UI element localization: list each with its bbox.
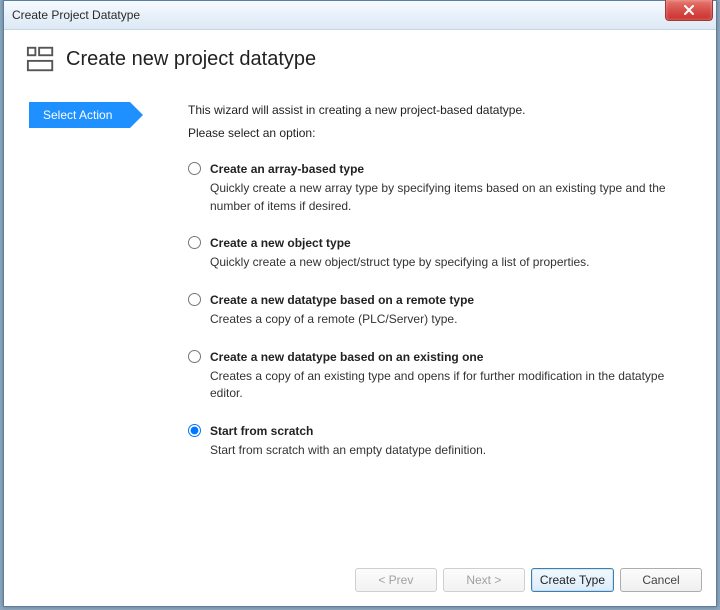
body: Select Action This wizard will assist in…: [4, 102, 716, 479]
create-button[interactable]: Create Type: [531, 568, 614, 592]
close-icon: [683, 4, 695, 16]
wizard-steps: Select Action: [4, 102, 184, 479]
titlebar: Create Project Datatype: [4, 1, 716, 30]
radio-object[interactable]: [188, 236, 201, 249]
prompt-text: Please select an option:: [188, 125, 686, 142]
radio-remote[interactable]: [188, 293, 201, 306]
button-bar: < Prev Next > Create Type Cancel: [355, 568, 702, 592]
option-desc: Start from scratch with an empty datatyp…: [210, 442, 486, 459]
radio-array[interactable]: [188, 162, 201, 175]
option-desc: Creates a copy of a remote (PLC/Server) …: [210, 311, 474, 328]
option-remote: Create a new datatype based on a remote …: [188, 292, 686, 329]
options-group: Create an array-based type Quickly creat…: [188, 161, 686, 460]
option-title: Start from scratch: [210, 423, 486, 440]
prev-button[interactable]: < Prev: [355, 568, 437, 592]
next-button[interactable]: Next >: [443, 568, 525, 592]
option-title: Create a new object type: [210, 235, 590, 252]
intro-text: This wizard will assist in creating a ne…: [188, 102, 686, 119]
radio-existing[interactable]: [188, 350, 201, 363]
option-object: Create a new object type Quickly create …: [188, 235, 686, 272]
step-select-action: Select Action: [29, 102, 130, 128]
option-desc: Creates a copy of an existing type and o…: [210, 368, 686, 403]
window-title: Create Project Datatype: [12, 8, 140, 22]
option-title: Create a new datatype based on a remote …: [210, 292, 474, 309]
option-desc: Quickly create a new array type by speci…: [210, 180, 686, 215]
option-scratch: Start from scratch Start from scratch wi…: [188, 423, 686, 460]
content-area: This wizard will assist in creating a ne…: [184, 102, 716, 479]
radio-scratch[interactable]: [188, 424, 201, 437]
close-button[interactable]: [665, 0, 713, 21]
header: Create new project datatype: [4, 30, 716, 102]
option-title: Create a new datatype based on an existi…: [210, 349, 686, 366]
option-title: Create an array-based type: [210, 161, 686, 178]
dialog-window: Create Project Datatype Create new proje…: [3, 0, 717, 607]
datatype-icon: [26, 44, 56, 74]
cancel-button[interactable]: Cancel: [620, 568, 702, 592]
page-title: Create new project datatype: [66, 48, 316, 71]
option-array: Create an array-based type Quickly creat…: [188, 161, 686, 215]
option-existing: Create a new datatype based on an existi…: [188, 349, 686, 403]
option-desc: Quickly create a new object/struct type …: [210, 254, 590, 271]
